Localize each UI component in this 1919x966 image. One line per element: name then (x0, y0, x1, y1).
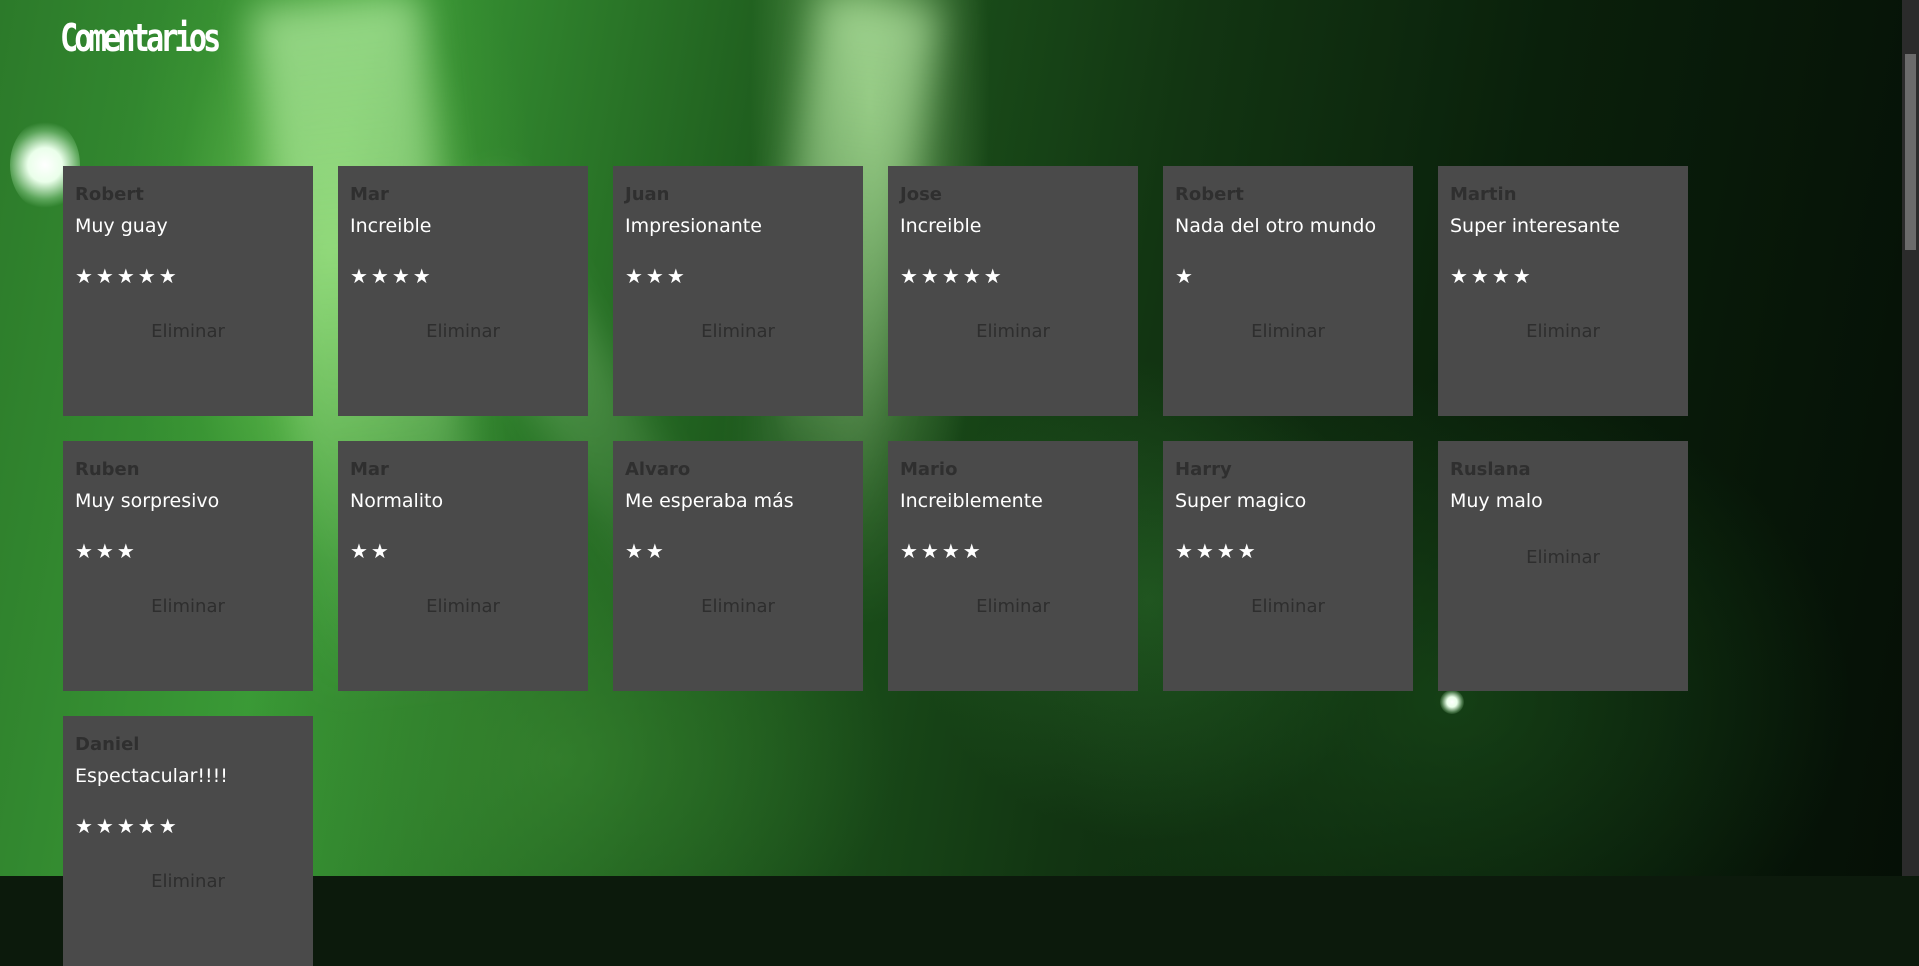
star-rating: ★★★★★ (75, 814, 180, 838)
delete-button[interactable]: Eliminar (976, 596, 1050, 617)
star-rating: ★★★★★ (75, 264, 180, 288)
comment-text: Super magico (1175, 490, 1307, 512)
comment-text: Muy sorpresivo (75, 490, 220, 512)
star-rating: ★★★★★ (900, 264, 1005, 288)
comment-text: Muy malo (1450, 490, 1543, 512)
delete-button[interactable]: Eliminar (1526, 547, 1600, 568)
star-rating: ★★★★ (1450, 264, 1534, 288)
comment-author: Juan (625, 184, 670, 205)
comment-text: Super interesante (1450, 215, 1620, 237)
comment-author: Mar (350, 459, 389, 480)
comment-author: Daniel (75, 734, 140, 755)
star-rating: ★★★★ (350, 264, 434, 288)
delete-button[interactable]: Eliminar (1251, 321, 1325, 342)
comment-author: Harry (1175, 459, 1232, 480)
comment-card: Ruben Muy sorpresivo ★★★ Eliminar (63, 441, 313, 691)
star-rating: ★ (1175, 264, 1196, 288)
comment-author: Ruslana (1450, 459, 1531, 480)
comment-card: Martin Super interesante ★★★★ Eliminar (1438, 166, 1688, 416)
star-rating: ★★ (625, 539, 667, 563)
comment-author: Mario (900, 459, 958, 480)
comment-text: Increible (350, 215, 432, 237)
page-title: Comentarios (60, 16, 221, 60)
scrollbar[interactable] (1902, 0, 1919, 876)
comment-card: Harry Super magico ★★★★ Eliminar (1163, 441, 1413, 691)
comment-author: Jose (900, 184, 942, 205)
delete-button[interactable]: Eliminar (976, 321, 1050, 342)
comment-text: Normalito (350, 490, 444, 512)
comment-author: Martin (1450, 184, 1517, 205)
comment-card: Mar Normalito ★★ Eliminar (338, 441, 588, 691)
comment-text: Muy guay (75, 215, 168, 237)
delete-button[interactable]: Eliminar (151, 321, 225, 342)
comment-card: Mar Increible ★★★★ Eliminar (338, 166, 588, 416)
delete-button[interactable]: Eliminar (151, 596, 225, 617)
comment-author: Mar (350, 184, 389, 205)
delete-button[interactable]: Eliminar (1526, 321, 1600, 342)
star-rating: ★★★★ (900, 539, 984, 563)
comment-card: Mario Increiblemente ★★★★ Eliminar (888, 441, 1138, 691)
star-rating: ★★★★ (1175, 539, 1259, 563)
comment-author: Alvaro (625, 459, 691, 480)
comment-card: Jose Increible ★★★★★ Eliminar (888, 166, 1138, 416)
comment-card: Robert Muy guay ★★★★★ Eliminar (63, 166, 313, 416)
comments-grid: Robert Muy guay ★★★★★ Eliminar Mar Increible ★… (63, 166, 1703, 966)
delete-button[interactable]: Eliminar (151, 871, 225, 892)
comment-author: Robert (75, 184, 144, 205)
delete-button[interactable]: Eliminar (426, 596, 500, 617)
comment-card: Daniel Espectacular!!!! ★★★★★ Eliminar (63, 716, 313, 966)
star-rating: ★★ (350, 539, 392, 563)
comment-text: Increiblemente (900, 490, 1043, 512)
delete-button[interactable]: Eliminar (426, 321, 500, 342)
delete-button[interactable]: Eliminar (701, 596, 775, 617)
star-rating: ★★★ (625, 264, 688, 288)
comment-author: Robert (1175, 184, 1244, 205)
comment-card: Juan Impresionante ★★★ Eliminar (613, 166, 863, 416)
comment-text: Espectacular!!!! (75, 765, 228, 787)
comment-card: Ruslana Muy malo Eliminar (1438, 441, 1688, 691)
comment-text: Me esperaba más (625, 490, 794, 512)
comment-text: Increible (900, 215, 982, 237)
comment-text: Nada del otro mundo (1175, 215, 1377, 237)
comment-author: Ruben (75, 459, 140, 480)
scrollbar-thumb[interactable] (1905, 54, 1916, 250)
delete-button[interactable]: Eliminar (1251, 596, 1325, 617)
delete-button[interactable]: Eliminar (701, 321, 775, 342)
comment-card: Alvaro Me esperaba más ★★ Eliminar (613, 441, 863, 691)
comment-card: Robert Nada del otro mundo ★ Eliminar (1163, 166, 1413, 416)
star-rating: ★★★ (75, 539, 138, 563)
comment-text: Impresionante (625, 215, 762, 237)
